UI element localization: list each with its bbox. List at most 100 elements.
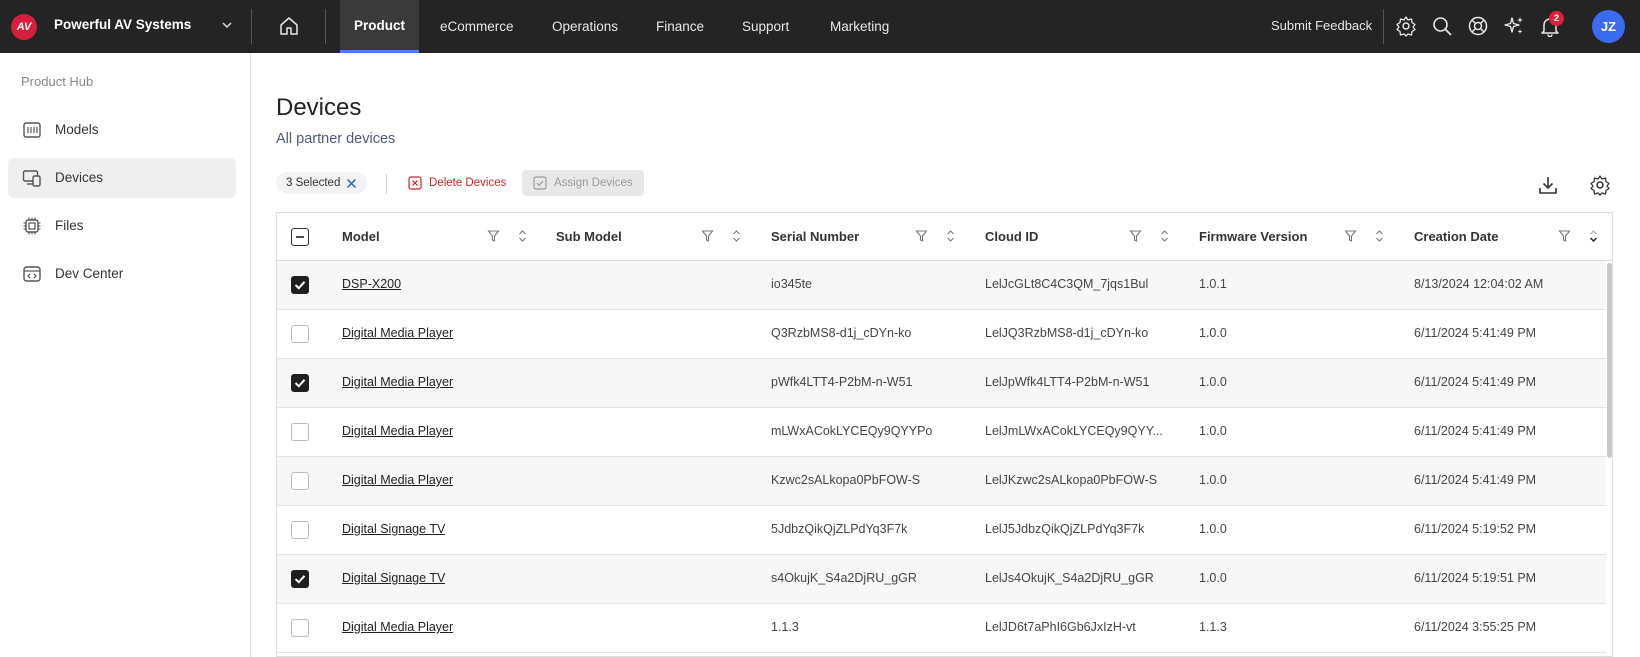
tab-finance[interactable]: Finance [642,0,718,53]
sort-icon[interactable] [1158,229,1171,243]
checkmark-icon [294,575,306,584]
sort-icon[interactable] [944,229,957,243]
submit-feedback-link[interactable]: Submit Feedback [1271,18,1372,33]
filter-icon[interactable] [1344,229,1357,243]
search-icon[interactable] [1431,15,1453,37]
sort-icon[interactable] [730,229,743,243]
table-row[interactable]: Digital Media Player Kzwc2sALkopa0PbFOW-S… [277,457,1606,506]
model-link[interactable]: Digital Signage TV [342,522,445,536]
serial-number-cell: pWfk4LTT4-P2bM-n-W51 [771,375,913,389]
creation-date-cell: 6/11/2024 5:41:49 PM [1414,326,1537,340]
dev-center-icon [23,266,41,282]
table-row[interactable]: Digital Media Player mLWxACokLYCEQy9QYYPo… [277,408,1606,457]
serial-number-cell: Kzwc2sALkopa0PbFOW-S [771,473,921,487]
avatar[interactable]: JZ [1592,10,1625,43]
sidebar-item-dev-center[interactable]: Dev Center [8,254,236,294]
sidebar-item-files[interactable]: Files [8,206,236,246]
row-checkbox[interactable] [291,521,309,539]
sidebar-item-label: Files [55,218,84,233]
sort-icon[interactable] [1373,229,1386,243]
serial-number-cell: io345te [771,277,813,291]
tab-support[interactable]: Support [728,0,803,53]
gear-icon[interactable] [1395,15,1417,37]
devices-table: Model Sub Model Serial Number Cloud ID F… [276,212,1613,657]
column-header-cloud-id[interactable]: Cloud ID [985,229,1038,244]
org-name: Powerful AV Systems [54,17,192,32]
table-scrollbar[interactable] [1607,263,1612,458]
creation-date-cell: 8/13/2024 12:04:02 AM [1414,277,1544,291]
row-checkbox[interactable] [291,374,309,392]
table-row[interactable]: Digital Media Player Q3RzbMS8-d1j_cDYn-ko… [277,310,1606,359]
top-nav-bar: AV Powerful AV Systems Product eCommerce… [0,0,1640,53]
model-link[interactable]: DSP-X200 [342,277,401,291]
table-row[interactable]: Digital Signage TV 5JdbzQikQjZLPdYq3F7k Le… [277,506,1606,555]
filter-icon[interactable] [701,229,714,243]
firmware-version-cell: 1.0.0 [1199,473,1227,487]
creation-date-cell: 6/11/2024 5:41:49 PM [1414,473,1537,487]
table-row[interactable]: Digital Media Player pWfk4LTT4-P2bM-n-W51… [277,359,1606,408]
sort-descending-icon[interactable] [1587,229,1600,243]
sidebar-item-models[interactable]: Models [8,110,236,150]
column-header-serial-number[interactable]: Serial Number [771,229,859,244]
column-header-sub-model[interactable]: Sub Model [556,229,622,244]
table-row[interactable]: DSP-X200 io345te LelJcGLt8C4C3QM_7jqs1Bul 1… [277,261,1606,310]
creation-date-cell: 6/11/2024 5:41:49 PM [1414,424,1537,438]
divider [251,9,252,44]
files-icon [23,217,41,235]
model-link[interactable]: Digital Media Player [342,620,453,634]
creation-date-cell: 6/11/2024 3:55:25 PM [1414,620,1537,634]
filter-icon[interactable] [1129,229,1142,243]
selected-count-label: 3 Selected [286,177,341,189]
row-checkbox[interactable] [291,325,309,343]
row-checkbox[interactable] [291,472,309,490]
table-row[interactable]: Digital Signage TV s4OkujK_S4a2DjRU_gGR Le… [277,555,1606,604]
column-header-firmware-version[interactable]: Firmware Version [1199,229,1307,244]
table-settings-gear-icon[interactable] [1589,174,1611,196]
cloud-id-cell: LelJcGLt8C4C3QM_7jqs1Bul [985,277,1149,291]
org-switcher[interactable]: AV Powerful AV Systems [0,0,251,53]
tab-operations[interactable]: Operations [538,0,632,53]
creation-date-cell: 6/11/2024 5:19:52 PM [1414,522,1537,536]
delete-devices-button[interactable]: Delete Devices [408,172,506,194]
model-link[interactable]: Digital Media Player [342,326,453,340]
select-all-checkbox[interactable] [291,228,309,246]
model-link[interactable]: Digital Signage TV [342,571,445,585]
sidebar-item-label: Dev Center [55,266,124,281]
download-icon[interactable] [1537,174,1559,196]
row-checkbox[interactable] [291,570,309,588]
cloud-id-cell: LelJKzwc2sALkopa0PbFOW-S [985,473,1158,487]
delete-icon [408,176,422,190]
help-lifebuoy-icon[interactable] [1467,15,1489,37]
column-header-creation-date[interactable]: Creation Date [1414,229,1499,244]
model-link[interactable]: Digital Media Player [342,424,453,438]
model-link[interactable]: Digital Media Player [342,375,453,389]
column-header-model[interactable]: Model [342,229,380,244]
devices-icon [22,170,41,187]
table-row[interactable]: Digital Media Player 1.1.3 LelJD6t7aPhI6Gb… [277,604,1606,653]
assign-devices-label: Assign Devices [554,177,633,189]
home-icon[interactable] [278,15,300,37]
divider [386,174,387,194]
page-subtitle: All partner devices [276,131,396,147]
tab-marketing[interactable]: Marketing [816,0,903,53]
tab-ecommerce[interactable]: eCommerce [426,0,528,53]
brand-logo: AV [11,14,37,40]
tab-product[interactable]: Product [340,0,420,53]
ai-sparkle-icon[interactable] [1503,15,1525,37]
row-checkbox[interactable] [291,423,309,441]
model-link[interactable]: Digital Media Player [342,473,453,487]
row-checkbox[interactable] [291,619,309,637]
filter-icon[interactable] [487,229,500,243]
row-checkbox[interactable] [291,276,309,294]
sort-icon[interactable] [516,229,529,243]
models-icon [23,122,41,138]
sidebar-item-devices[interactable]: Devices [8,158,236,198]
assign-devices-button[interactable]: Assign Devices [522,170,644,196]
checkmark-icon [294,281,306,290]
clear-selection-icon[interactable] [346,178,357,189]
filter-icon[interactable] [915,229,928,243]
firmware-version-cell: 1.0.0 [1199,571,1227,585]
filter-icon[interactable] [1558,229,1571,243]
indeterminate-icon [296,236,304,238]
sidebar-item-label: Devices [55,170,104,185]
